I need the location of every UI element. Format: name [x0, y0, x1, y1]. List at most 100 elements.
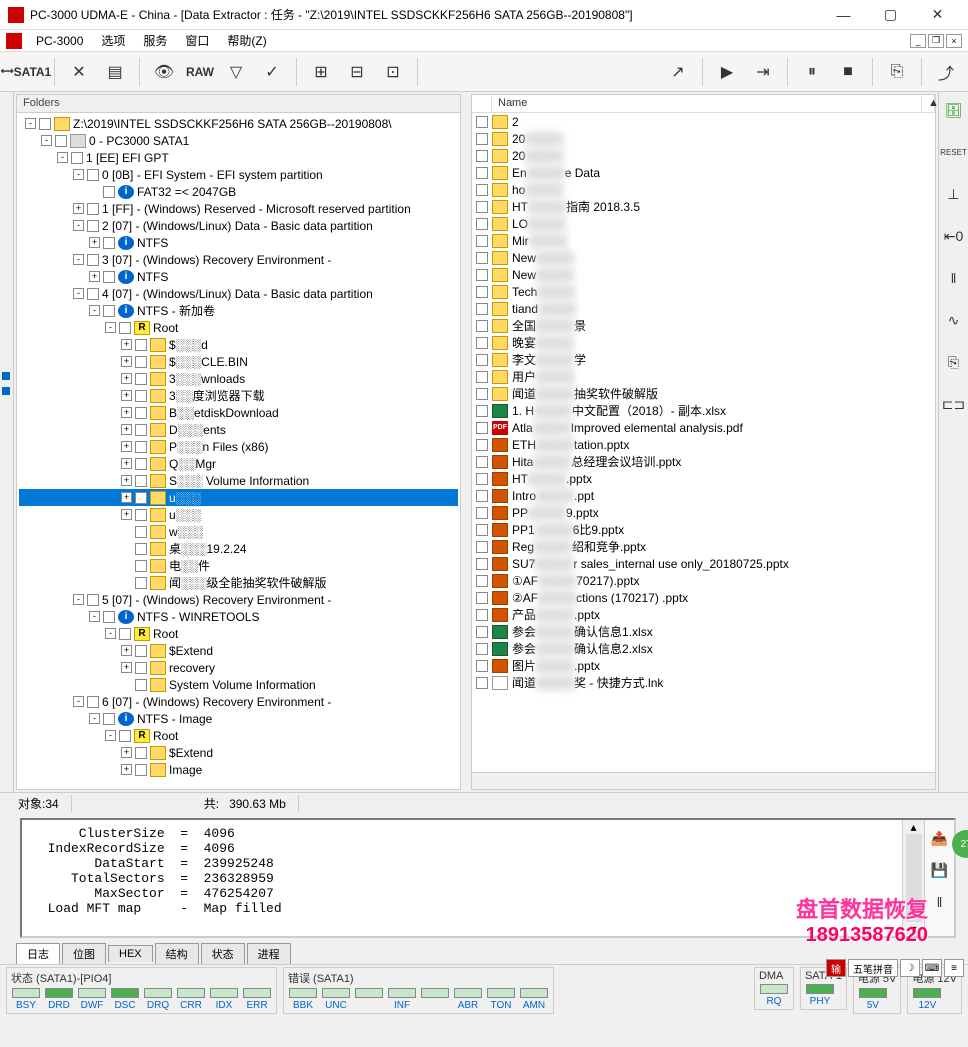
checkbox[interactable]	[476, 201, 488, 213]
tree-item[interactable]: -1 [EE] EFI GPT	[19, 149, 458, 166]
expander-icon[interactable]: -	[25, 118, 36, 129]
tree-item[interactable]: +$Extend	[19, 642, 458, 659]
file-row[interactable]: Intro░░░░.ppt	[472, 487, 935, 504]
expander-icon[interactable]: +	[121, 662, 132, 673]
checkbox[interactable]	[476, 422, 488, 434]
tree-item[interactable]: +B░░etdiskDownload	[19, 404, 458, 421]
expander-icon[interactable]: +	[121, 356, 132, 367]
checkbox[interactable]	[135, 747, 147, 759]
checkbox[interactable]	[476, 677, 488, 689]
tree-item[interactable]: +1 [FF] - (Windows) Reserved - Microsoft…	[19, 200, 458, 217]
expander-icon[interactable]: +	[121, 475, 132, 486]
file-row[interactable]: HT░░░░.pptx	[472, 470, 935, 487]
expander-icon[interactable]: +	[121, 458, 132, 469]
checkbox[interactable]	[103, 186, 115, 198]
checkbox[interactable]	[476, 575, 488, 587]
checkbox[interactable]	[71, 152, 83, 164]
expander-icon[interactable]: -	[73, 169, 84, 180]
checkbox[interactable]	[103, 611, 115, 623]
checkbox[interactable]	[103, 271, 115, 283]
tab-bitmap[interactable]: 位图	[62, 943, 106, 964]
checkbox[interactable]	[135, 509, 147, 521]
expander-icon[interactable]: -	[41, 135, 52, 146]
maximize-button[interactable]: ▢	[868, 1, 913, 29]
expander-icon[interactable]: -	[73, 696, 84, 707]
checkbox[interactable]	[135, 339, 147, 351]
checkbox[interactable]	[476, 184, 488, 196]
raw-button[interactable]: RAW	[184, 56, 216, 88]
checkbox[interactable]	[135, 407, 147, 419]
expander-icon[interactable]: -	[105, 730, 116, 741]
checkbox[interactable]	[476, 150, 488, 162]
checkbox[interactable]	[476, 609, 488, 621]
tree-item[interactable]: 桌░░░19.2.24	[19, 540, 458, 557]
file-row[interactable]: New░░░░	[472, 266, 935, 283]
tree-item[interactable]: -iNTFS - Image	[19, 710, 458, 727]
mdi-restore[interactable]: ❐	[928, 34, 944, 48]
tree-item[interactable]: +$Extend	[19, 744, 458, 761]
copy-icon[interactable]: ⎘	[881, 56, 913, 88]
mdi-minimize[interactable]: _	[910, 34, 926, 48]
checkbox[interactable]	[476, 218, 488, 230]
file-row[interactable]: PP░░░░9.pptx	[472, 504, 935, 521]
checkbox[interactable]	[476, 269, 488, 281]
expander-icon[interactable]: +	[121, 424, 132, 435]
log-save-icon[interactable]: 💾	[928, 858, 952, 882]
checkbox[interactable]	[476, 558, 488, 570]
checkbox[interactable]	[135, 390, 147, 402]
expander-icon[interactable]: +	[121, 509, 132, 520]
expander-icon[interactable]: +	[121, 645, 132, 656]
expander-icon[interactable]: +	[121, 441, 132, 452]
checkbox[interactable]	[87, 169, 99, 181]
file-row[interactable]: ①AF░░░░70217).pptx	[472, 572, 935, 589]
ime-keyboard-icon[interactable]: ⌨	[922, 959, 942, 977]
tree-item[interactable]: -Z:\2019\INTEL SSDSCKKF256H6 SATA 256GB-…	[19, 115, 458, 132]
tree-item[interactable]: iFAT32 =< 2047GB	[19, 183, 458, 200]
file-row[interactable]: ETH░░░░tation.pptx	[472, 436, 935, 453]
file-row[interactable]: Reg░░░░绍和竞争.pptx	[472, 538, 935, 555]
checkbox[interactable]	[135, 662, 147, 674]
expander-icon[interactable]: +	[121, 390, 132, 401]
tree-item[interactable]: +$░░░CLE.BIN	[19, 353, 458, 370]
name-column[interactable]: Name	[492, 95, 922, 112]
checkbox[interactable]	[476, 626, 488, 638]
splitter[interactable]	[463, 92, 469, 792]
expander-icon[interactable]: +	[121, 747, 132, 758]
file-row[interactable]: SU7░░░░r sales_internal use only_2018072…	[472, 555, 935, 572]
tree-item[interactable]: +Image	[19, 761, 458, 778]
checkbox[interactable]	[103, 237, 115, 249]
expander-icon[interactable]: -	[89, 611, 100, 622]
file-row[interactable]: 图片░░░░.pptx	[472, 657, 935, 674]
copy2-icon[interactable]: ⎘	[942, 350, 966, 374]
file-row[interactable]: 2	[472, 113, 935, 130]
checkbox[interactable]	[135, 577, 147, 589]
tree-icon1[interactable]: ⊞	[305, 56, 337, 88]
tools-icon[interactable]: ✕	[63, 56, 95, 88]
horizontal-scrollbar[interactable]	[472, 772, 935, 789]
marker-icon[interactable]: ⊥	[942, 182, 966, 206]
tree-item[interactable]: +P░░░n Files (x86)	[19, 438, 458, 455]
checkbox[interactable]	[476, 643, 488, 655]
tree-item[interactable]: -RRoot	[19, 727, 458, 744]
slider-icon[interactable]: ⇤0	[942, 224, 966, 248]
checkbox[interactable]	[55, 135, 67, 147]
tree-item[interactable]: System Volume Information	[19, 676, 458, 693]
checkbox[interactable]	[135, 560, 147, 572]
file-row[interactable]: ②AF░░░░ctions (170217) .pptx	[472, 589, 935, 606]
checkbox[interactable]	[87, 288, 99, 300]
checkbox[interactable]	[476, 524, 488, 536]
checkbox[interactable]	[476, 320, 488, 332]
tree-item[interactable]: +u░░░	[19, 489, 458, 506]
expander-icon[interactable]: -	[89, 713, 100, 724]
exit-icon[interactable]: ⤴	[930, 56, 962, 88]
stop-icon[interactable]: ■	[832, 56, 864, 88]
expander-icon[interactable]: +	[121, 407, 132, 418]
checkbox[interactable]	[476, 592, 488, 604]
tree-item[interactable]: +iNTFS	[19, 234, 458, 251]
tree-item[interactable]: +Q░░Mgr	[19, 455, 458, 472]
file-row[interactable]: Tech░░░░	[472, 283, 935, 300]
checkbox[interactable]	[103, 713, 115, 725]
checkbox[interactable]	[135, 526, 147, 538]
checkbox[interactable]	[135, 679, 147, 691]
log-pause-icon[interactable]: ‖	[928, 890, 952, 914]
